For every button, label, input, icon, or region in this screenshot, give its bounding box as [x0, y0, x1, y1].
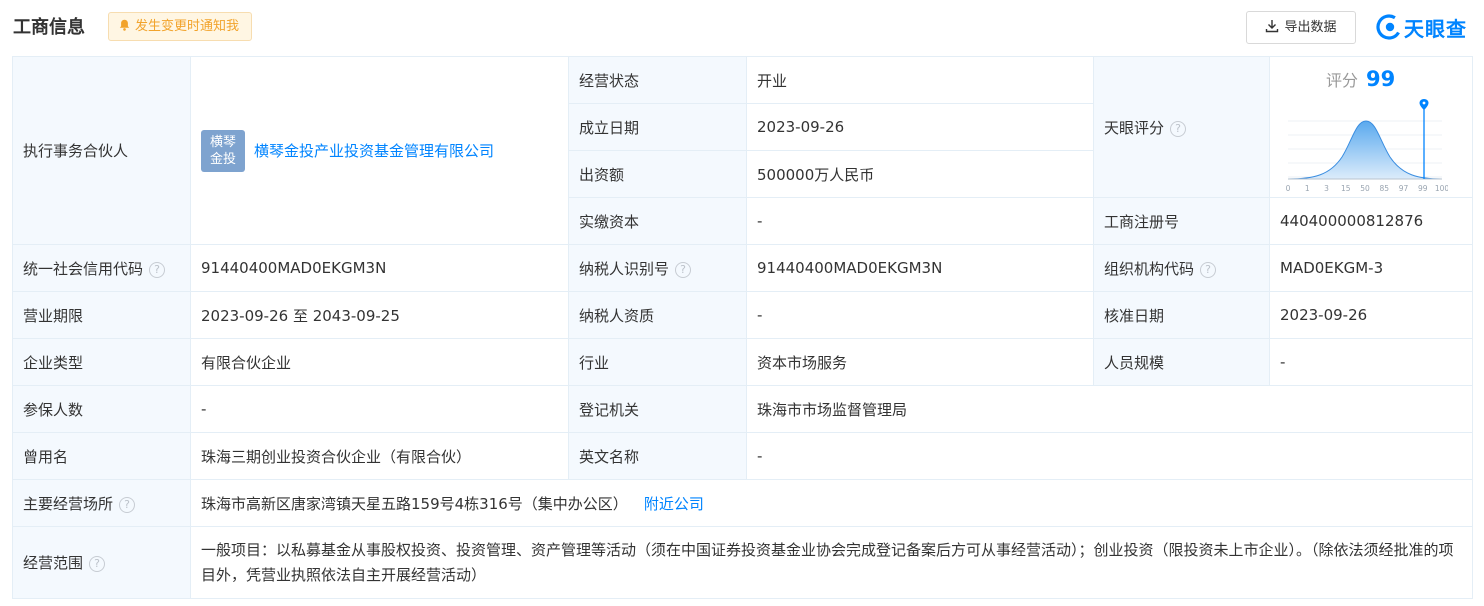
question-circle-icon[interactable]: ?	[119, 496, 136, 513]
capital-value: 500000万人民币	[746, 150, 1094, 198]
export-label: 导出数据	[1284, 20, 1337, 35]
company-type-label: 企业类型	[12, 338, 191, 386]
score-prefix: 评分	[1326, 71, 1359, 90]
industry-label: 行业	[568, 338, 747, 386]
score-tick-label: 50	[1360, 184, 1370, 193]
authority-value: 珠海市市场监督管理局	[746, 385, 1473, 433]
staff-size-value: -	[1269, 338, 1473, 386]
score-tick-label: 15	[1341, 184, 1351, 193]
taxpayer-id-value: 91440400MAD0EKGM3N	[746, 244, 1094, 292]
org-code-label-cell: 组织机构代码?	[1093, 244, 1270, 292]
reg-number-label: 工商注册号	[1093, 197, 1270, 245]
paid-capital-label: 实缴资本	[568, 197, 747, 245]
scope-label-cell: 经营范围?	[12, 526, 191, 599]
org-code-value: MAD0EKGM-3	[1269, 244, 1473, 292]
credit-code-label: 统一社会信用代码	[23, 259, 144, 278]
status-label: 经营状态	[568, 56, 747, 104]
former-name-value: 珠海三期创业投资合伙企业（有限合伙）	[190, 432, 569, 480]
reg-number-value: 440400000812876	[1269, 197, 1473, 245]
partner-logo[interactable]: 横琴 金投	[201, 129, 245, 172]
score-bell-curve	[1287, 120, 1443, 180]
company-type-value: 有限合伙企业	[190, 338, 569, 386]
nearby-companies-link[interactable]: 附近公司	[644, 495, 704, 513]
score-tick-label: 3	[1324, 184, 1329, 193]
score-tick-label: 97	[1399, 184, 1409, 193]
insured-value: -	[190, 385, 569, 433]
tianyancha-logo: 天眼查	[1376, 10, 1467, 44]
section-title: 工商信息	[13, 17, 85, 38]
credit-code-value: 91440400MAD0EKGM3N	[190, 244, 569, 292]
credit-code-label-cell: 统一社会信用代码?	[12, 244, 191, 292]
english-name-value: -	[746, 432, 1473, 480]
score-tick-label: 99	[1418, 184, 1428, 193]
industry-value: 资本市场服务	[746, 338, 1094, 386]
download-icon	[1266, 20, 1279, 33]
score-label-cell: 天眼评分?	[1093, 56, 1270, 198]
partner-cell: 横琴 金投 横琴金投产业投资基金管理有限公司	[190, 56, 569, 245]
score-tick-label: 0	[1286, 184, 1291, 193]
section-header: 工商信息 发生变更时通知我 导出数据 天眼查	[0, 0, 1484, 56]
org-code-label: 组织机构代码	[1104, 259, 1195, 278]
status-value: 开业	[746, 56, 1094, 104]
address-value: 珠海市高新区唐家湾镇天星五路159号4栋316号（集中办公区）	[201, 494, 628, 513]
score-tick-label: 100	[1435, 184, 1448, 193]
tax-qualification-label: 纳税人资质	[568, 291, 747, 339]
partner-logo-text: 横琴 金投	[209, 134, 236, 167]
score-value: 99	[1366, 67, 1396, 91]
authority-label: 登记机关	[568, 385, 747, 433]
approve-date-label: 核准日期	[1093, 291, 1270, 339]
scope-label: 经营范围	[23, 554, 84, 572]
score-label: 天眼评分	[1104, 118, 1165, 137]
logo-text: 天眼查	[1404, 16, 1467, 41]
question-circle-icon[interactable]: ?	[1170, 120, 1187, 137]
scope-value: 一般项目：以私募基金从事股权投资、投资管理、资产管理等活动（须在中国证券投资基金…	[190, 526, 1473, 599]
address-label-cell: 主要经营场所?	[12, 479, 191, 527]
capital-label: 出资额	[568, 150, 747, 198]
score-cell: 评分 99 0 1 3 15 50 85 97 99 100	[1269, 56, 1473, 198]
score-distribution-chart: 0 1 3 15 50 85 97 99 100	[1286, 99, 1448, 193]
question-circle-icon[interactable]: ?	[1200, 261, 1217, 278]
score-heading: 评分 99	[1326, 67, 1395, 91]
notify-on-change-button[interactable]: 发生变更时通知我	[108, 12, 253, 41]
partner-label: 执行事务合伙人	[12, 56, 191, 245]
former-name-label: 曾用名	[12, 432, 191, 480]
approve-date-value: 2023-09-26	[1269, 291, 1473, 339]
insured-label: 参保人数	[12, 385, 191, 433]
staff-size-label: 人员规模	[1093, 338, 1270, 386]
taxpayer-id-label-cell: 纳税人识别号?	[568, 244, 747, 292]
paid-capital-value: -	[746, 197, 1094, 245]
map-pin-icon	[1419, 99, 1429, 110]
eye-logo-icon	[1376, 14, 1402, 40]
score-tick-label: 85	[1379, 184, 1389, 193]
business-info-table: 执行事务合伙人 横琴 金投 横琴金投产业投资基金管理有限公司 经营状态 开业 天…	[12, 56, 1473, 599]
partner-name-link[interactable]: 横琴金投产业投资基金管理有限公司	[254, 140, 494, 161]
score-tick-label: 1	[1305, 184, 1310, 193]
question-circle-icon[interactable]: ?	[675, 261, 692, 278]
question-circle-icon[interactable]: ?	[89, 556, 106, 572]
address-label: 主要经营场所	[23, 494, 114, 513]
question-circle-icon[interactable]: ?	[149, 261, 166, 278]
term-value: 2023-09-26 至 2043-09-25	[190, 291, 569, 339]
term-label: 营业期限	[12, 291, 191, 339]
notify-label: 发生变更时通知我	[135, 19, 240, 34]
established-value: 2023-09-26	[746, 103, 1094, 151]
tax-qualification-value: -	[746, 291, 1094, 339]
address-cell: 珠海市高新区唐家湾镇天星五路159号4栋316号（集中办公区） 附近公司	[190, 479, 1473, 527]
taxpayer-id-label: 纳税人识别号	[579, 259, 670, 278]
bell-icon	[119, 19, 130, 31]
established-label: 成立日期	[568, 103, 747, 151]
english-name-label: 英文名称	[568, 432, 747, 480]
export-data-button[interactable]: 导出数据	[1246, 11, 1356, 44]
